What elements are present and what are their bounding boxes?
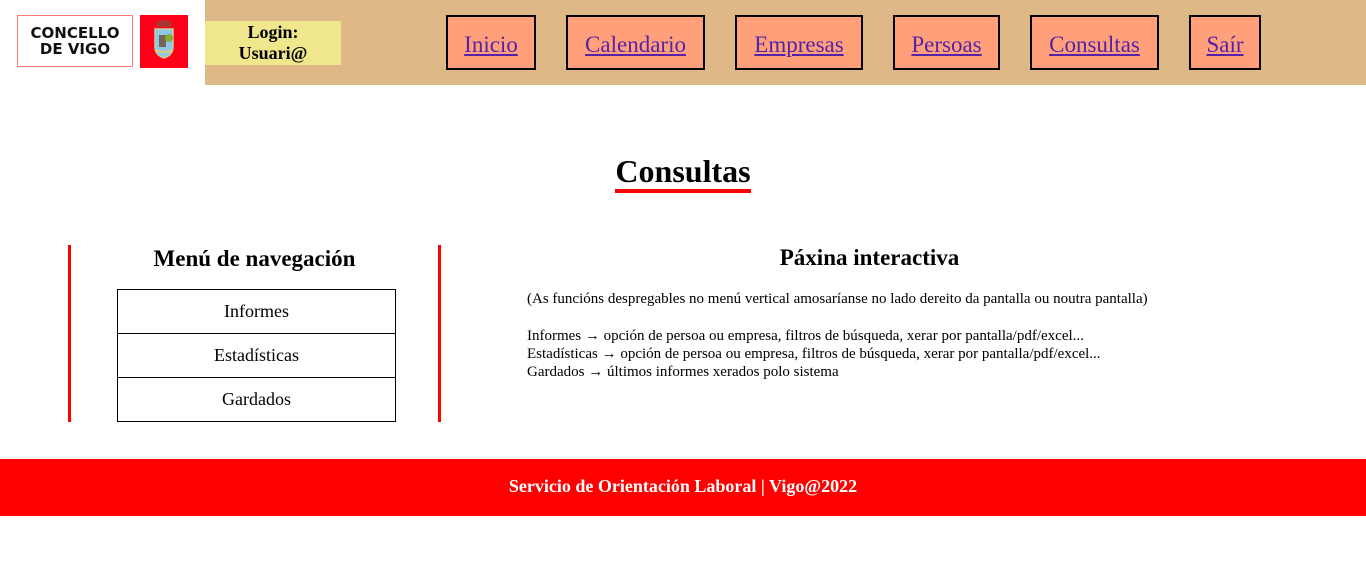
- login-user: Usuari@: [238, 43, 308, 63]
- menu-item-estadisticas[interactable]: Estadísticas: [117, 333, 396, 378]
- logo: CONCELLO DE VIGO: [0, 0, 205, 85]
- nav-link[interactable]: Persoas: [911, 32, 981, 57]
- menu-item-gardados[interactable]: Gardados: [117, 377, 396, 422]
- description-line: Gardados → últimos informes xerados polo…: [527, 364, 839, 380]
- login-label: Login:: [247, 22, 299, 42]
- nav-link[interactable]: Empresas: [754, 32, 843, 57]
- nav-inicio[interactable]: Inicio: [446, 15, 536, 70]
- navigation-menu: Menú de navegación Informes Estadísticas…: [68, 245, 441, 422]
- nav-persoas[interactable]: Persoas: [893, 15, 1000, 70]
- nav-sair[interactable]: Saír: [1189, 15, 1261, 70]
- nav-consultas[interactable]: Consultas: [1030, 15, 1159, 70]
- nav-link[interactable]: Saír: [1206, 32, 1243, 57]
- nav-link[interactable]: Inicio: [464, 32, 518, 57]
- nav-empresas[interactable]: Empresas: [735, 15, 863, 70]
- note: (As funcións despregables no menú vertic…: [527, 291, 1148, 307]
- nav-link[interactable]: Consultas: [1049, 32, 1140, 57]
- description-line: Estadísticas → opción de persoa ou empre…: [527, 346, 1101, 362]
- logo-text: CONCELLO DE VIGO: [17, 15, 133, 67]
- interactive-panel-title: Páxina interactiva: [779, 245, 960, 270]
- footer: Servicio de Orientación Laboral | Vigo@2…: [0, 459, 1366, 516]
- coat-of-arms-icon: [140, 15, 188, 68]
- description-line: Informes → opción de persoa ou empresa, …: [527, 328, 1084, 344]
- nav-calendario[interactable]: Calendario: [566, 15, 705, 70]
- nav-link[interactable]: Calendario: [585, 32, 686, 57]
- navigation-menu-title: Menú de navegación: [153, 246, 356, 271]
- login-status: Login: Usuari@: [205, 21, 341, 65]
- menu-item-informes[interactable]: Informes: [117, 289, 396, 334]
- page-title: Consultas: [0, 153, 1366, 193]
- header: CONCELLO DE VIGO Login: Usuari@ Inicio C…: [0, 0, 1366, 85]
